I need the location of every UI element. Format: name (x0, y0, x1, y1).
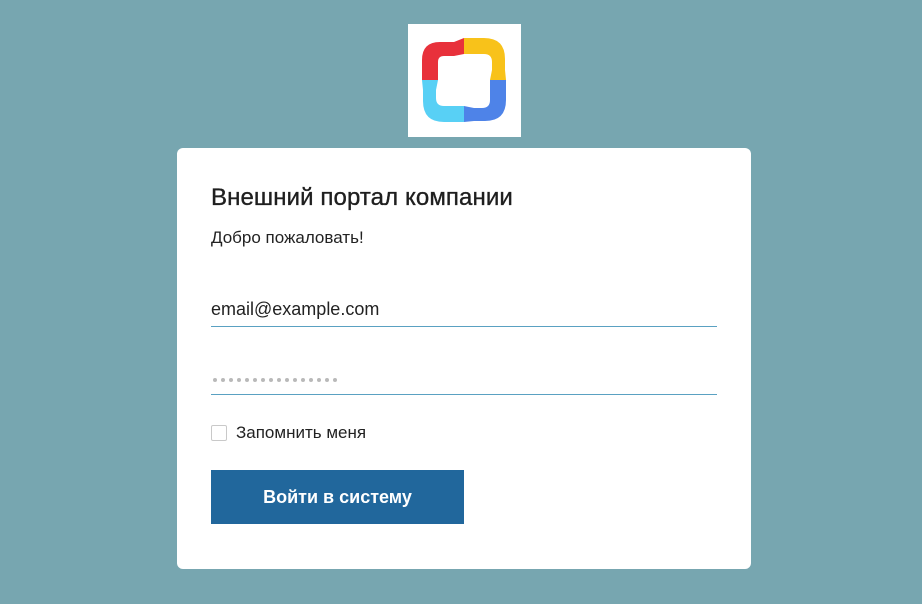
logo-container (408, 24, 521, 137)
login-button[interactable]: Войти в систему (211, 470, 464, 524)
password-dot (261, 378, 265, 382)
checkbox-icon[interactable] (211, 425, 227, 441)
password-dot (325, 378, 329, 382)
password-dot (317, 378, 321, 382)
password-dot (293, 378, 297, 382)
password-dot (309, 378, 313, 382)
password-dot (285, 378, 289, 382)
password-dot (277, 378, 281, 382)
password-dot (333, 378, 337, 382)
password-dot (221, 378, 225, 382)
remember-me-label: Запомнить меня (236, 423, 367, 442)
password-dot (213, 378, 217, 382)
password-dot (245, 378, 249, 382)
page-title: Внешний портал компании (211, 184, 513, 211)
password-dot (301, 378, 305, 382)
password-dot (253, 378, 257, 382)
password-dot (269, 378, 273, 382)
email-field (211, 286, 717, 327)
welcome-text: Добро пожаловать! (211, 228, 364, 247)
remember-me-checkbox[interactable]: Запомнить меня (211, 423, 366, 443)
email-input[interactable] (211, 299, 717, 320)
password-mask (213, 378, 337, 382)
password-dot (229, 378, 233, 382)
company-logo-icon (422, 38, 506, 122)
password-field[interactable] (211, 354, 717, 395)
password-dot (237, 378, 241, 382)
login-card: Внешний портал компании Добро пожаловать… (177, 148, 751, 569)
